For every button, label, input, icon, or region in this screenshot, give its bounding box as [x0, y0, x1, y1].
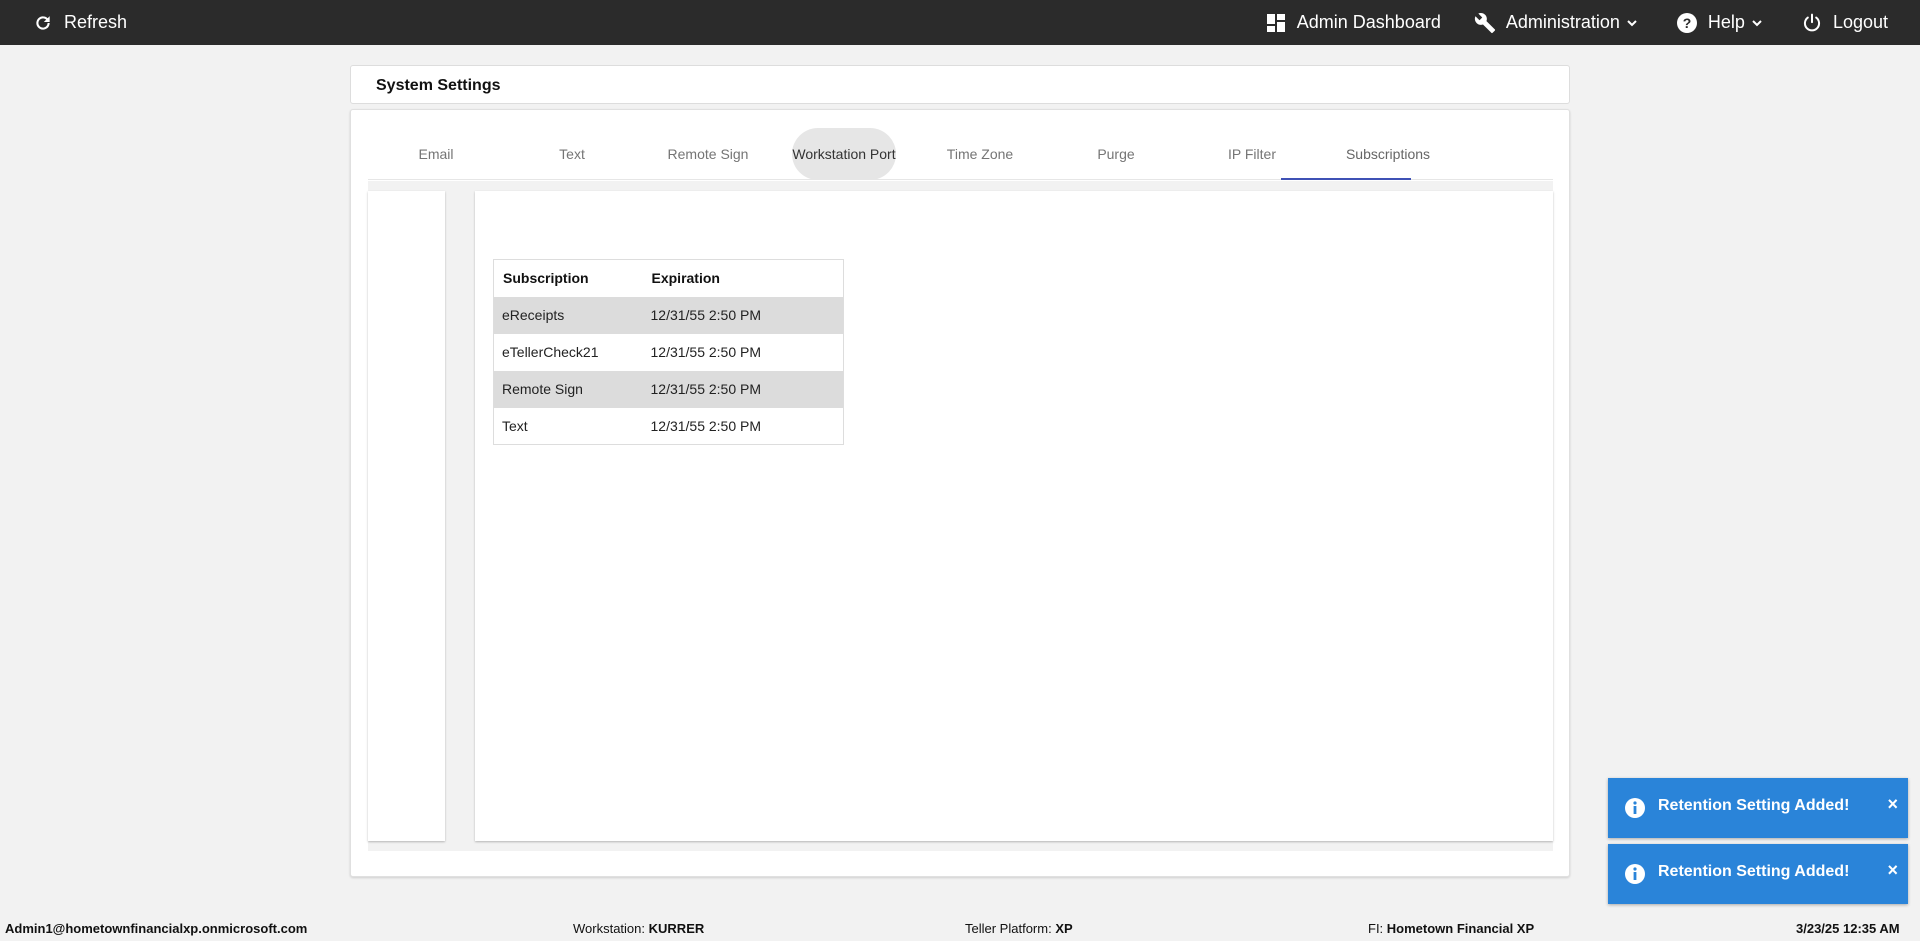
fi-label: FI: — [1368, 921, 1384, 936]
fi-value: Hometown Financial XP — [1386, 921, 1535, 936]
tab-purge[interactable]: Purge — [1048, 128, 1184, 180]
status-datetime: 3/23/25 12:35 AM — [1796, 921, 1900, 936]
status-user: Admin1@hometownfinancialxp.onmicrosoft.c… — [5, 921, 307, 936]
subscriptions-panel: Subscription Expiration eReceipts 12/31/… — [475, 191, 1553, 841]
toast-close-button[interactable]: × — [1887, 794, 1898, 815]
settings-card: Email Text Remote Sign Workstation Port … — [350, 109, 1570, 877]
table-header-row: Subscription Expiration — [493, 259, 844, 297]
info-icon — [1624, 797, 1646, 819]
subscriptions-table: Subscription Expiration eReceipts 12/31/… — [493, 259, 844, 445]
tab-time-zone[interactable]: Time Zone — [912, 128, 1048, 180]
workstation-value: KURRER — [648, 921, 705, 936]
table-row[interactable]: Text 12/31/55 2:50 PM — [494, 408, 844, 445]
power-icon — [1801, 12, 1823, 34]
table-row[interactable]: eReceipts 12/31/55 2:50 PM — [493, 296, 844, 334]
subscription-name: Remote Sign — [493, 370, 643, 408]
help-icon: ? — [1676, 12, 1698, 34]
administration-menu[interactable]: Administration — [1474, 0, 1638, 45]
toast-notification: Retention Setting Added! × — [1608, 844, 1908, 904]
subscription-expiration: 12/31/55 2:50 PM — [642, 296, 844, 334]
toast-notification: Retention Setting Added! × — [1608, 778, 1908, 838]
column-header: Expiration — [642, 259, 844, 297]
left-panel — [368, 191, 445, 841]
chevron-down-icon — [1751, 17, 1763, 29]
workstation-label: Workstation: — [573, 921, 646, 936]
info-icon — [1624, 863, 1646, 885]
status-platform: Teller Platform: XP — [965, 921, 1073, 936]
tab-workstation-port[interactable]: Workstation Port — [792, 128, 896, 180]
tab-email[interactable]: Email — [368, 128, 504, 180]
admin-dashboard-link[interactable]: Admin Dashboard — [1265, 0, 1441, 45]
logout-button[interactable]: Logout — [1801, 0, 1888, 45]
tab-content-area: Subscription Expiration eReceipts 12/31/… — [368, 181, 1553, 851]
subscription-name: eReceipts — [493, 296, 643, 334]
subscription-name: eTellerCheck21 — [502, 344, 599, 360]
top-nav-bar: Refresh Admin Dashboard Administration ?… — [0, 0, 1920, 45]
help-menu[interactable]: ? Help — [1676, 0, 1763, 45]
svg-text:?: ? — [1683, 15, 1692, 31]
tab-remote-sign[interactable]: Remote Sign — [640, 128, 776, 180]
column-header: Subscription — [493, 259, 643, 297]
toast-message: Retention Setting Added! — [1658, 797, 1850, 814]
subscription-expiration: 12/31/55 2:50 PM — [650, 417, 762, 434]
wrench-icon — [1474, 12, 1496, 34]
toast-close-button[interactable]: × — [1887, 860, 1898, 881]
status-workstation: Workstation: KURRER — [573, 921, 704, 936]
datetime-value: 3/23/25 12:35 AM — [1796, 921, 1900, 936]
administration-label: Administration — [1505, 12, 1620, 32]
subscription-expiration: 12/31/55 2:50 PM — [642, 370, 844, 408]
logout-label: Logout — [1832, 12, 1888, 32]
admin-dashboard-label: Admin Dashboard — [1296, 12, 1441, 32]
active-tab-indicator — [1281, 178, 1411, 180]
settings-tabs: Email Text Remote Sign Workstation Port … — [368, 128, 1553, 180]
status-fi: FI: Hometown Financial XP — [1368, 921, 1534, 936]
refresh-icon — [32, 12, 54, 34]
toast-message: Retention Setting Added! — [1658, 863, 1850, 880]
chevron-down-icon — [1626, 17, 1638, 29]
user-email: Admin1@hometownfinancialxp.onmicrosoft.c… — [5, 921, 308, 936]
platform-value: XP — [1055, 921, 1073, 936]
page-header-card: System Settings — [350, 65, 1570, 104]
tab-text[interactable]: Text — [504, 128, 640, 180]
table-row[interactable]: eTellerCheck21 12/31/55 2:50 PM — [494, 334, 844, 371]
refresh-label: Refresh — [64, 12, 128, 32]
page-title: System Settings — [376, 77, 501, 94]
help-label: Help — [1707, 12, 1745, 32]
platform-label: Teller Platform: — [965, 921, 1052, 936]
tab-subscriptions[interactable]: Subscriptions — [1320, 128, 1456, 180]
subscription-expiration: 12/31/55 2:50 PM — [650, 344, 762, 360]
dashboard-icon — [1265, 12, 1287, 34]
subscription-name: Text — [502, 417, 528, 434]
refresh-button[interactable]: Refresh — [32, 0, 127, 45]
table-row[interactable]: Remote Sign 12/31/55 2:50 PM — [493, 370, 844, 408]
tab-ip-filter[interactable]: IP Filter — [1184, 128, 1320, 180]
status-bar: Admin1@hometownfinancialxp.onmicrosoft.c… — [0, 915, 1920, 941]
